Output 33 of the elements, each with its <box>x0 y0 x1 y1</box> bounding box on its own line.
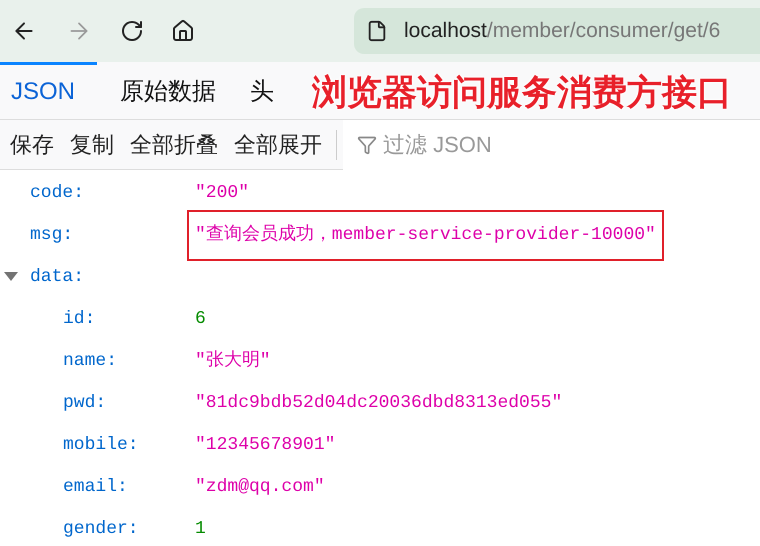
json-key: pwd: <box>63 390 195 416</box>
url-host: localhost <box>404 18 487 44</box>
json-value: "zdm@qq.com" <box>195 476 325 498</box>
address-bar[interactable]: localhost/member/consumer/get/6 <box>354 8 760 54</box>
json-key: email: <box>63 474 195 500</box>
toolbar-button[interactable]: 保存 <box>0 128 62 161</box>
json-value: "12345678901" <box>195 434 336 456</box>
json-key: id: <box>63 306 195 332</box>
json-key: code: <box>30 180 195 206</box>
home-icon[interactable] <box>171 19 195 43</box>
toolbar-button[interactable]: 全部展开 <box>226 128 330 161</box>
tab[interactable]: 原始数据 <box>109 62 227 119</box>
json-value: 1 <box>195 518 206 540</box>
filter-input[interactable]: 过滤 JSON <box>383 128 760 161</box>
url-path: /member/consumer/get/6 <box>486 18 720 44</box>
json-value: "81dc9bdb52d04dc20036dbd8313ed055" <box>195 392 562 414</box>
json-key: name: <box>63 348 195 374</box>
reload-icon[interactable] <box>120 19 144 43</box>
json-value: "查询会员成功，member-service-provider-10000" <box>187 210 664 260</box>
json-value: 6 <box>195 308 206 330</box>
json-value: "200" <box>195 182 250 204</box>
toolbar-button[interactable]: 全部折叠 <box>122 128 226 161</box>
toolbar-button[interactable]: 复制 <box>62 128 122 161</box>
page-icon <box>366 20 388 42</box>
filter-icon <box>357 134 377 154</box>
json-key: mobile: <box>63 432 195 458</box>
annotation-text: 浏览器访问服务消费方接口 <box>312 72 732 114</box>
json-key: gender: <box>63 516 195 542</box>
tab[interactable]: 头 <box>239 62 285 119</box>
json-key: data: <box>30 264 195 290</box>
filter-field[interactable]: 过滤 JSON <box>343 120 760 170</box>
expanded-triangle-icon[interactable] <box>4 272 18 282</box>
json-value: "张大明" <box>195 349 271 372</box>
